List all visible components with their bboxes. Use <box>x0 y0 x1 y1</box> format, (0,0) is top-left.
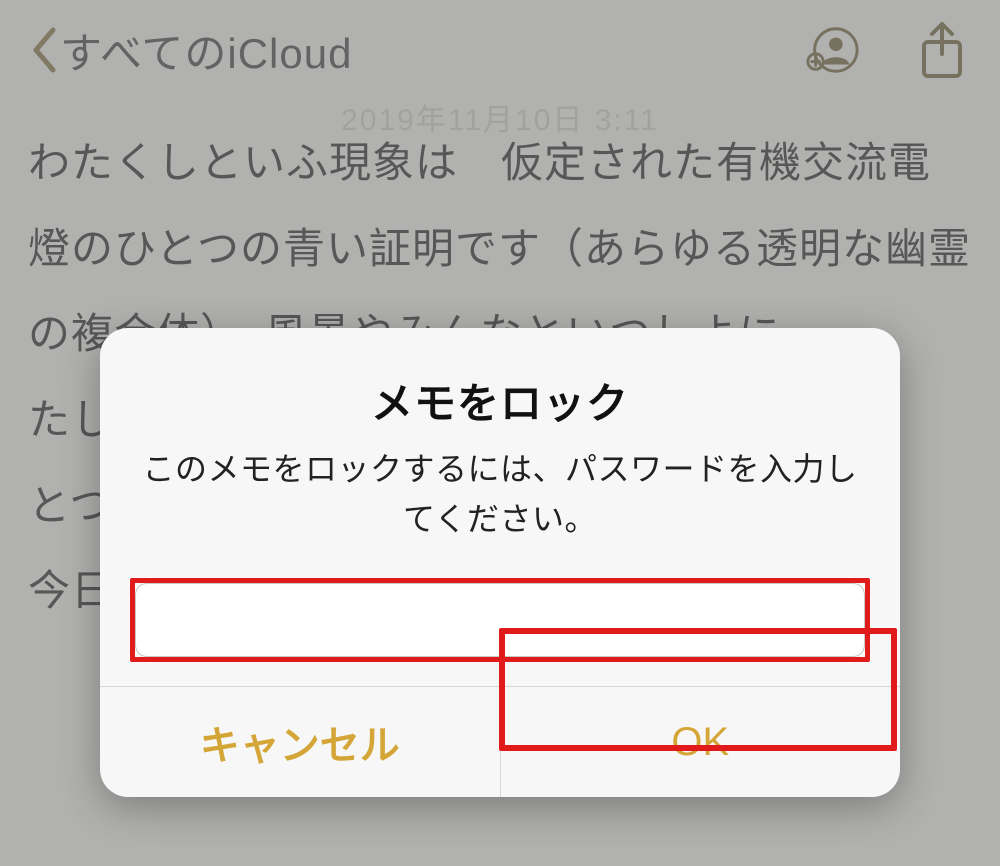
cancel-button[interactable]: キャンセル <box>100 687 500 797</box>
lock-dialog: メモをロック このメモをロックするには、パスワードを入力してください。 キャンセ… <box>100 328 900 797</box>
password-input[interactable] <box>135 583 865 657</box>
dialog-buttons: キャンセル OK <box>100 686 900 797</box>
dialog-title: メモをロック <box>140 370 860 431</box>
dialog-message: このメモをロックするには、パスワードを入力してください。 <box>140 445 860 544</box>
ok-button[interactable]: OK <box>500 687 901 797</box>
password-highlight <box>130 578 870 662</box>
